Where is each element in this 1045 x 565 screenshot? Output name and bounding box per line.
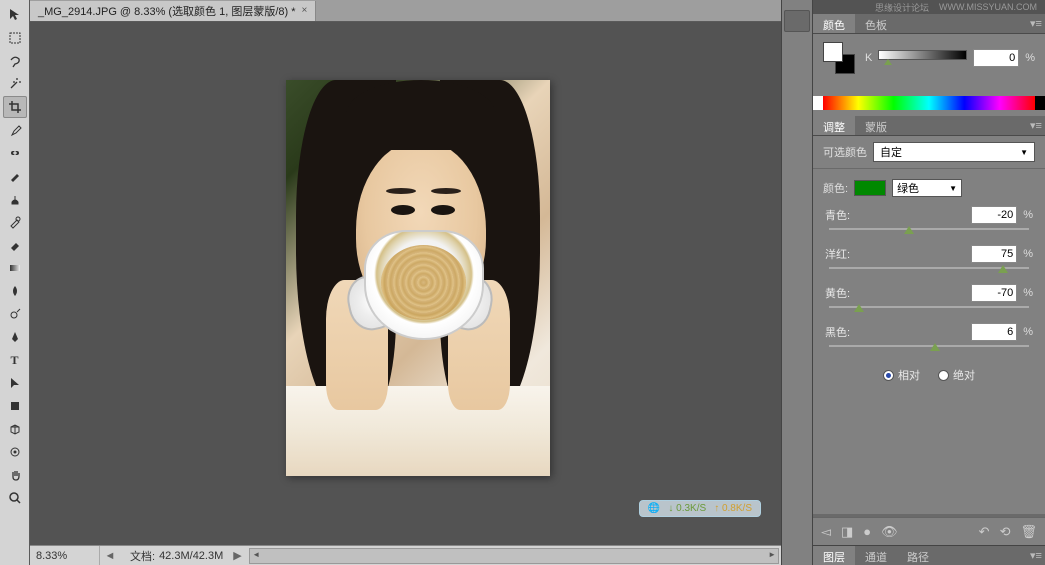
- document-tab-title: _MG_2914.JPG @ 8.33% (选取颜色 1, 图层蒙版/8) *: [38, 3, 296, 19]
- document-tabbar: _MG_2914.JPG @ 8.33% (选取颜色 1, 图层蒙版/8) * …: [30, 0, 781, 22]
- adjustment-type-label: 可选颜色: [823, 144, 867, 160]
- tools-toolbar: T: [0, 0, 30, 565]
- adjust-panel-tabs: 调整 蒙版 ▾≡: [813, 116, 1045, 136]
- history-brush-tool[interactable]: [3, 211, 27, 233]
- reset-icon[interactable]: ⟲: [1000, 524, 1011, 540]
- adjustments-footer: ◅ ◨ ● 👁 ↶ ⟲ 🗑: [813, 517, 1045, 545]
- watermark: 思缘设计论坛WWW.MISSYUAN.COM: [813, 0, 1045, 14]
- tab-adjustments[interactable]: 调整: [813, 116, 855, 135]
- slider-label: 黄色:: [825, 285, 855, 301]
- collapsed-panel-icon[interactable]: [784, 10, 810, 32]
- network-badge: 🌐 ↓ 0.3K/S ↑ 0.8K/S: [639, 500, 761, 517]
- collapsed-panel-strip: [781, 0, 813, 565]
- canvas[interactable]: 🌐 ↓ 0.3K/S ↑ 0.8K/S: [30, 22, 781, 545]
- k-value-input[interactable]: [973, 49, 1019, 67]
- horizontal-scrollbar[interactable]: [249, 548, 779, 564]
- tab-paths[interactable]: 路径: [897, 546, 939, 565]
- type-tool[interactable]: T: [3, 349, 27, 371]
- slider-label: 洋红:: [825, 246, 855, 262]
- tab-layers[interactable]: 图层: [813, 546, 855, 565]
- spectrum-picker[interactable]: [823, 96, 1035, 110]
- dodge-tool[interactable]: [3, 303, 27, 325]
- magic-wand-tool[interactable]: [3, 73, 27, 95]
- radio-relative[interactable]: 相对: [883, 367, 920, 383]
- document-tab[interactable]: _MG_2914.JPG @ 8.33% (选取颜色 1, 图层蒙版/8) * …: [30, 1, 316, 21]
- panel-menu-icon[interactable]: ▾≡: [1027, 116, 1045, 135]
- color-panel: K %: [813, 34, 1045, 116]
- previous-state-icon[interactable]: ↶: [979, 524, 990, 540]
- tab-masks[interactable]: 蒙版: [855, 116, 897, 135]
- lasso-tool[interactable]: [3, 50, 27, 72]
- tab-color[interactable]: 颜色: [813, 14, 855, 33]
- slider-label: 青色:: [825, 207, 855, 223]
- slider-row: 洋红:%: [813, 240, 1045, 279]
- color-panel-tabs: 颜色 色板 ▾≡: [813, 14, 1045, 34]
- panel-menu-icon[interactable]: ▾≡: [1027, 14, 1045, 33]
- fg-bg-swatch[interactable]: [823, 42, 855, 74]
- blur-tool[interactable]: [3, 280, 27, 302]
- slider-track[interactable]: [829, 306, 1029, 308]
- trash-icon[interactable]: 🗑: [1020, 524, 1037, 540]
- tab-swatches[interactable]: 色板: [855, 14, 897, 33]
- slider-track[interactable]: [829, 228, 1029, 230]
- slider-row: 黑色:%: [813, 318, 1045, 357]
- layers-panel-tabs: 图层 通道 路径 ▾≡: [813, 545, 1045, 565]
- target-color-label: 颜色:: [823, 180, 848, 196]
- expand-icon[interactable]: ◨: [841, 524, 853, 540]
- shape-tool[interactable]: [3, 395, 27, 417]
- k-label: K: [865, 52, 872, 64]
- close-icon[interactable]: ×: [302, 5, 308, 16]
- eyedropper-tool[interactable]: [3, 119, 27, 141]
- adjustments-panel: 可选颜色 自定▼ 颜色: 绿色▼ 青色:%洋红:%黄色:%黑色:% 相对 绝对 …: [813, 136, 1045, 545]
- zoom-tool[interactable]: [3, 487, 27, 509]
- method-radio-group: 相对 绝对: [813, 357, 1045, 397]
- k-slider[interactable]: [878, 50, 967, 66]
- 3d-tool[interactable]: [3, 418, 27, 440]
- tab-channels[interactable]: 通道: [855, 546, 897, 565]
- slider-track[interactable]: [829, 345, 1029, 347]
- slider-value-input[interactable]: [971, 245, 1017, 263]
- hand-tool[interactable]: [3, 464, 27, 486]
- chevron-right-icon[interactable]: ▶: [233, 549, 247, 562]
- chevron-left-icon[interactable]: ◄: [100, 550, 120, 562]
- slider-track[interactable]: [829, 267, 1029, 269]
- 3d-camera-tool[interactable]: [3, 441, 27, 463]
- slider-row: 黄色:%: [813, 279, 1045, 318]
- healing-brush-tool[interactable]: [3, 142, 27, 164]
- document-info: 文档:42.3M/42.3M: [120, 548, 233, 564]
- right-panels: 思缘设计论坛WWW.MISSYUAN.COM 颜色 色板 ▾≡ K % 调整 蒙…: [813, 0, 1045, 565]
- visibility-icon[interactable]: 👁: [881, 524, 898, 540]
- slider-label: 黑色:: [825, 324, 855, 340]
- slider-value-input[interactable]: [971, 323, 1017, 341]
- slider-value-input[interactable]: [971, 206, 1017, 224]
- target-color-swatch: [854, 180, 886, 196]
- radio-absolute[interactable]: 绝对: [938, 367, 975, 383]
- clip-icon[interactable]: ●: [863, 524, 871, 539]
- target-color-select[interactable]: 绿色▼: [892, 179, 962, 197]
- zoom-input[interactable]: 8.33%: [30, 546, 100, 565]
- slider-value-input[interactable]: [971, 284, 1017, 302]
- marquee-tool[interactable]: [3, 27, 27, 49]
- gradient-tool[interactable]: [3, 257, 27, 279]
- clone-stamp-tool[interactable]: [3, 188, 27, 210]
- status-bar: 8.33% ◄ 文档:42.3M/42.3M ▶: [30, 545, 781, 565]
- globe-icon: 🌐: [648, 503, 660, 514]
- panel-menu-icon[interactable]: ▾≡: [1027, 546, 1045, 565]
- back-icon[interactable]: ◅: [821, 524, 831, 540]
- preset-select[interactable]: 自定▼: [873, 142, 1035, 162]
- pen-tool[interactable]: [3, 326, 27, 348]
- path-selection-tool[interactable]: [3, 372, 27, 394]
- eraser-tool[interactable]: [3, 234, 27, 256]
- crop-tool[interactable]: [3, 96, 27, 118]
- slider-row: 青色:%: [813, 201, 1045, 240]
- main-area: _MG_2914.JPG @ 8.33% (选取颜色 1, 图层蒙版/8) * …: [30, 0, 781, 565]
- move-tool[interactable]: [3, 4, 27, 26]
- brush-tool[interactable]: [3, 165, 27, 187]
- canvas-image: [286, 80, 550, 476]
